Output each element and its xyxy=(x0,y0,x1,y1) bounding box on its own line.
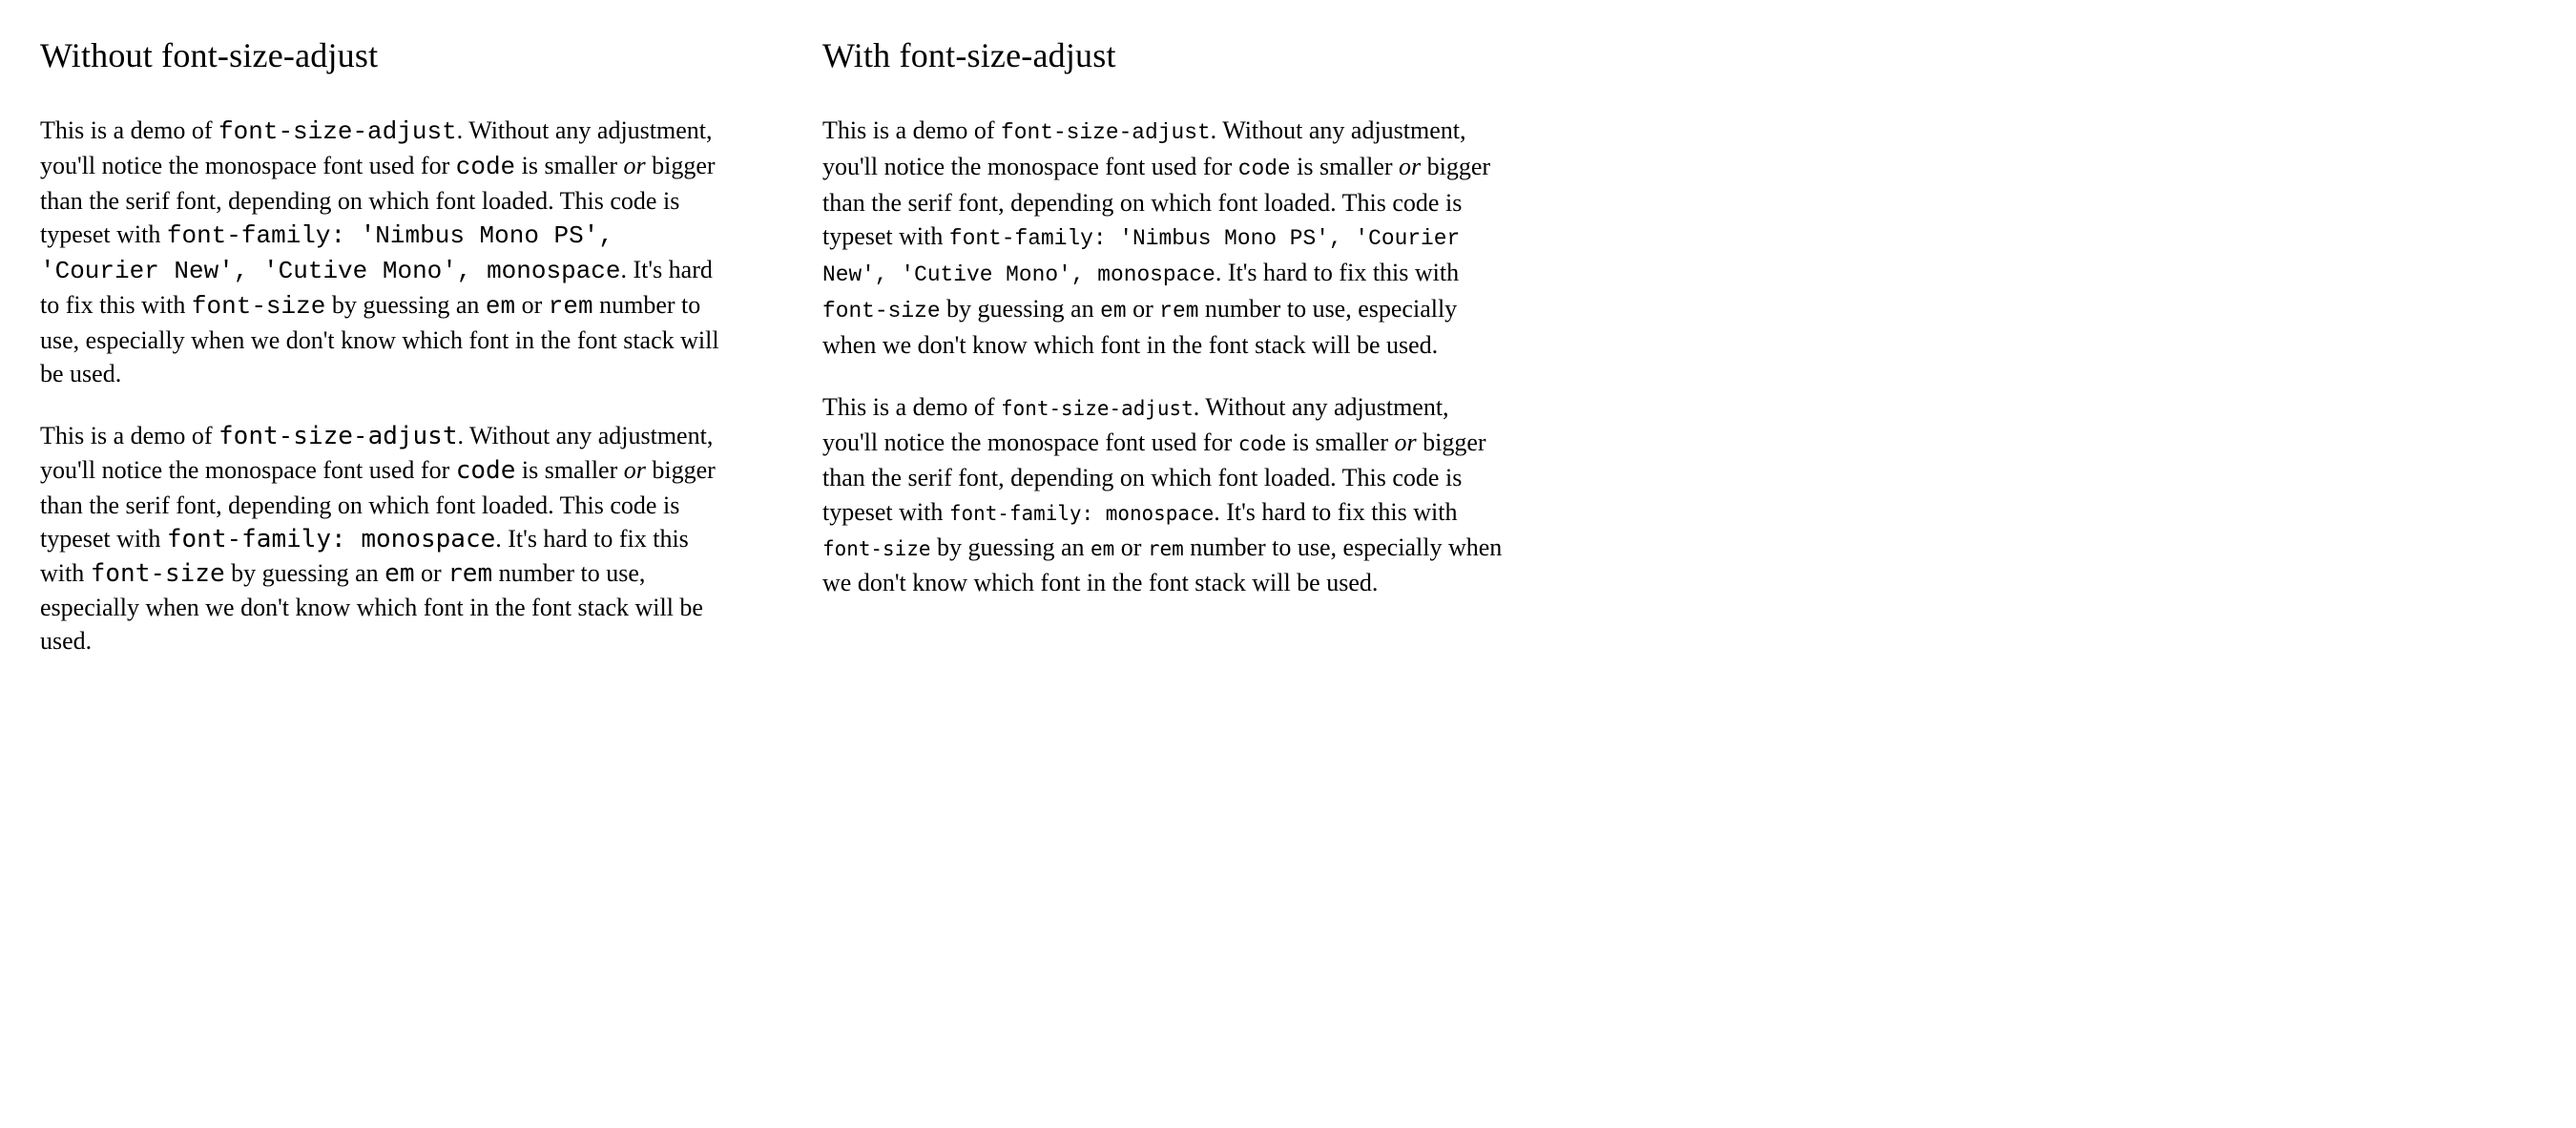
em-or: or xyxy=(624,152,646,179)
code-em: em xyxy=(1100,299,1126,324)
code-em: em xyxy=(486,292,515,321)
text: . It's hard to fix this with xyxy=(1214,498,1457,526)
para-2-right: This is a demo of font-size-adjust. With… xyxy=(822,390,1509,599)
code-font-size: font-size xyxy=(822,537,930,560)
code-font-family-monospace: font-family: monospace xyxy=(949,502,1214,525)
text: or xyxy=(515,291,549,319)
text: or xyxy=(1114,533,1148,561)
heading-with: With font-size-adjust xyxy=(822,32,1509,79)
text: is smaller xyxy=(1291,153,1399,180)
text: is smaller xyxy=(515,456,623,484)
text: is smaller xyxy=(515,152,623,179)
code-rem: rem xyxy=(549,292,593,321)
text: This is a demo of xyxy=(822,116,1001,144)
para-1-left: This is a demo of font-size-adjust. With… xyxy=(40,114,727,391)
text: This is a demo of xyxy=(40,422,218,449)
code-font-size: font-size xyxy=(192,292,325,321)
heading-without: Without font-size-adjust xyxy=(40,32,727,79)
text: . It's hard to fix this with xyxy=(1215,259,1459,286)
column-with-adjust: With font-size-adjust This is a demo of … xyxy=(822,32,1509,686)
code-em: em xyxy=(384,559,414,588)
code-font-size-adjust: font-size-adjust xyxy=(1001,120,1211,145)
code-code: code xyxy=(456,456,516,485)
code-font-size-adjust: font-size-adjust xyxy=(1001,397,1194,420)
para-1-right: This is a demo of font-size-adjust. With… xyxy=(822,114,1509,363)
code-code: code xyxy=(1238,432,1286,455)
em-or: or xyxy=(1399,153,1421,180)
code-code: code xyxy=(456,153,515,181)
para-2-left: This is a demo of font-size-adjust. With… xyxy=(40,419,727,658)
code-font-size: font-size xyxy=(91,559,225,588)
two-column-layout: Without font-size-adjust This is a demo … xyxy=(40,32,1509,686)
code-rem: rem xyxy=(447,559,492,588)
code-font-size: font-size xyxy=(822,299,941,324)
text: or xyxy=(414,559,447,587)
code-code: code xyxy=(1238,157,1291,181)
text: by guessing an xyxy=(930,533,1091,561)
column-without-adjust: Without font-size-adjust This is a demo … xyxy=(40,32,727,686)
code-font-family-monospace: font-family: monospace xyxy=(167,525,495,554)
text: This is a demo of xyxy=(822,393,1001,421)
text: by guessing an xyxy=(225,559,385,587)
text: This is a demo of xyxy=(40,116,218,144)
text: by guessing an xyxy=(325,291,486,319)
code-em: em xyxy=(1091,537,1114,560)
code-font-size-adjust: font-size-adjust xyxy=(218,117,457,146)
code-rem: rem xyxy=(1148,537,1184,560)
text: or xyxy=(1127,295,1160,323)
em-or: or xyxy=(1395,428,1417,456)
text: is smaller xyxy=(1286,428,1394,456)
em-or: or xyxy=(624,456,646,484)
code-rem: rem xyxy=(1159,299,1198,324)
text: by guessing an xyxy=(941,295,1101,323)
code-font-size-adjust: font-size-adjust xyxy=(218,422,457,450)
